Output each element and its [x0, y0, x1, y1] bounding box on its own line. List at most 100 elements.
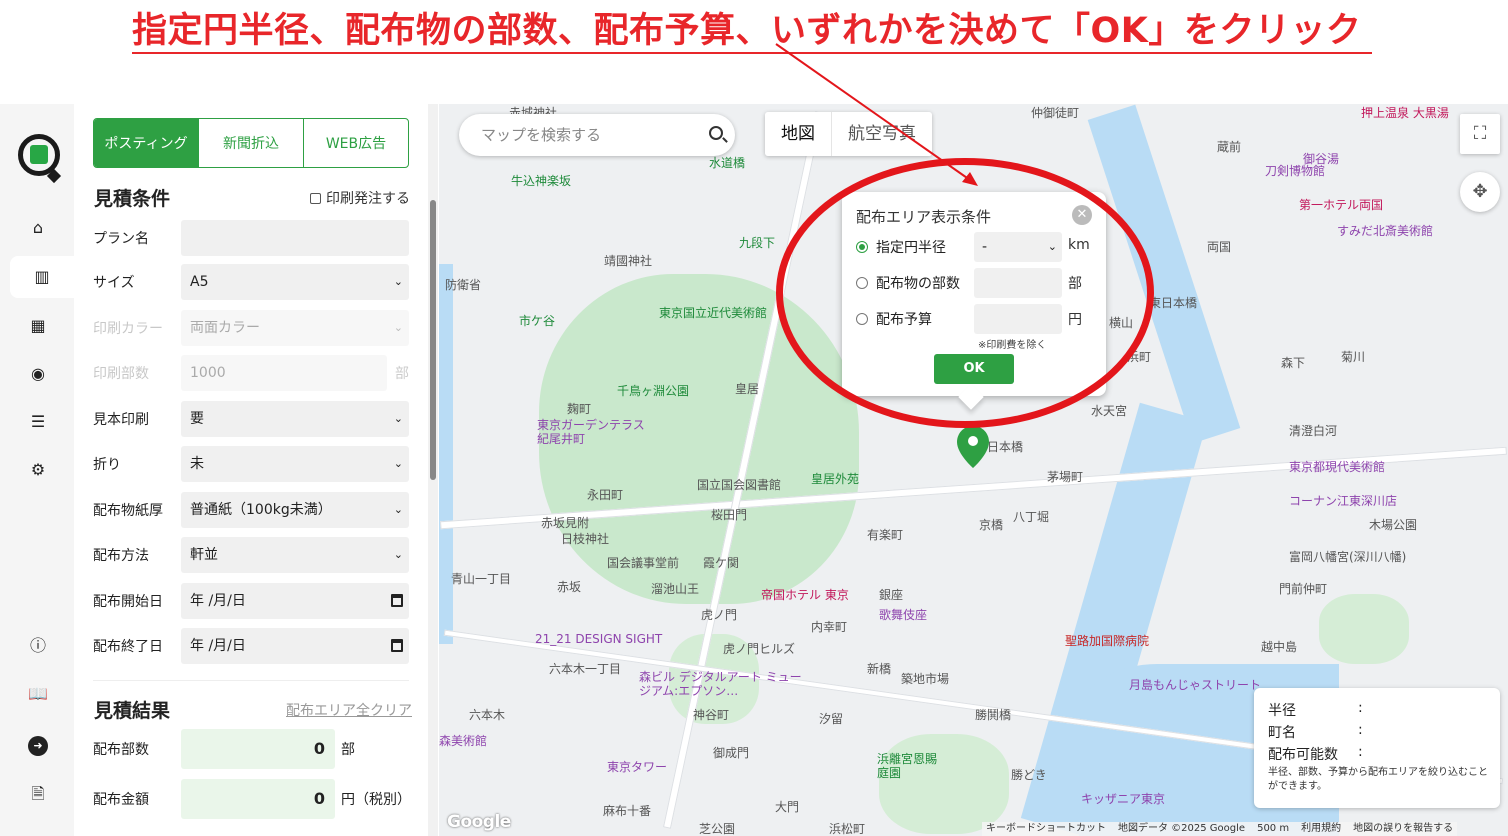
print-order-checkbox[interactable]: 印刷発注する — [310, 188, 410, 208]
scale-text[interactable]: 500 m — [1257, 822, 1289, 836]
paper-thickness-row: 配布物紙厚 普通紙（100kg未満） ⌄ — [93, 492, 413, 528]
calendar-icon[interactable] — [391, 639, 403, 652]
map-label: 八丁堀 — [1013, 510, 1050, 524]
map-label: 千鳥ヶ淵公園 — [617, 384, 690, 398]
list-icon[interactable]: ☰ — [28, 412, 48, 432]
start-date-input[interactable]: 年 /月/日 — [181, 583, 409, 619]
chevron-down-icon: ⌄ — [393, 457, 403, 470]
map-label: 清澄白河 — [1289, 424, 1338, 438]
map-label: 内幸町 — [811, 620, 848, 634]
chevron-down-icon: ⌄ — [393, 548, 403, 561]
info-colon: : — [1358, 744, 1363, 760]
panel-scrollbar[interactable] — [428, 104, 438, 836]
moat — [439, 264, 453, 644]
map-label: 青山一丁目 — [451, 572, 512, 586]
folding-row: 折り 未 ⌄ — [93, 446, 413, 482]
map-label: 虎ノ門ヒルズ — [723, 642, 796, 656]
folding-select[interactable]: 未 ⌄ — [181, 446, 409, 482]
map-label: コーナン江東深川店 — [1289, 494, 1398, 508]
map-label: 築地市場 — [901, 672, 950, 686]
map-label: 富岡八幡宮(深川八幡) — [1289, 550, 1407, 564]
start-date-label: 配布開始日 — [93, 594, 163, 610]
map-label: 麹町 — [567, 402, 592, 416]
paper-thickness-label: 配布物紙厚 — [93, 503, 163, 519]
size-label: サイズ — [93, 275, 135, 291]
map-label: 永田町 — [587, 488, 624, 502]
print-copies-row: 印刷部数 1000 部 — [93, 355, 413, 391]
map-icon[interactable]: ▥ — [10, 256, 74, 298]
chevron-down-icon: ⌄ — [393, 275, 403, 288]
location-marker-icon[interactable] — [955, 424, 991, 470]
folding-label: 折り — [93, 457, 121, 473]
folding-value: 未 — [190, 456, 204, 472]
map-type-map-button[interactable]: 地図 — [765, 112, 831, 156]
map-label: 大門 — [775, 800, 800, 814]
document-check-icon[interactable]: 🗎 — [28, 784, 48, 804]
map-attribution: キーボードショートカット 地図データ ©2025 Google 500 m 利用… — [982, 822, 1458, 836]
map-label: 芝公園 — [699, 822, 736, 836]
map-label: 国立国会図書館 — [697, 478, 782, 492]
map-search-placeholder: マップを検索する — [481, 126, 602, 144]
paper-thickness-select[interactable]: 普通紙（100kg未満） ⌄ — [181, 492, 409, 528]
map-search-input[interactable]: マップを検索する — [459, 114, 735, 156]
tab-posting[interactable]: ポスティング — [94, 119, 198, 167]
service-tabs: ポスティング 新聞折込 WEB広告 — [93, 118, 409, 168]
home-icon[interactable]: ⌂ — [28, 218, 48, 238]
terms-link[interactable]: 利用規約 — [1301, 822, 1341, 836]
area-info-box: 半径 : 町名 : 配布可能数 : 半径、部数、予算から配布エリアを絞り込むこと… — [1254, 688, 1500, 808]
map-label: 水道橋 — [709, 156, 746, 170]
map-label: 茅場町 — [1047, 470, 1084, 484]
end-date-input[interactable]: 年 /月/日 — [181, 628, 409, 664]
settings-icon[interactable]: ⚙ — [28, 460, 48, 480]
map-label: 聖路加国際病院 — [1065, 634, 1150, 648]
estimate-results-title: 見積結果 — [94, 700, 171, 722]
size-row: サイズ A5 ⌄ — [93, 264, 413, 300]
app-logo-icon[interactable] — [18, 134, 62, 184]
sample-print-row: 見本印刷 要 ⌄ — [93, 401, 413, 437]
book-icon[interactable]: 📖 — [28, 684, 48, 704]
map-label: 歌舞伎座 — [879, 608, 928, 622]
sample-print-select[interactable]: 要 ⌄ — [181, 401, 409, 437]
keyboard-shortcuts-link[interactable]: キーボードショートカット — [986, 822, 1106, 836]
map-type-aerial-button[interactable]: 航空写真 — [831, 112, 932, 156]
map-label: 森ビル デジタルアート ミュージアム:エプソン… — [639, 670, 802, 698]
map-label: 霞ケ関 — [703, 556, 740, 570]
map-label: すみだ北斎美術館 — [1337, 224, 1434, 238]
print-copies-unit: 部 — [395, 366, 409, 382]
distribution-method-select[interactable]: 軒並 ⌄ — [181, 537, 409, 573]
map-label: 牛込神楽坂 — [511, 174, 572, 188]
size-select[interactable]: A5 ⌄ — [181, 264, 409, 300]
print-copies-input: 1000 — [181, 355, 387, 391]
map-label: 赤坂見附 — [541, 516, 590, 530]
paper-thickness-value: 普通紙（100kg未満） — [190, 502, 332, 518]
logout-icon[interactable]: ➜ — [28, 736, 48, 756]
tab-newspaper-insert[interactable]: 新聞折込 — [198, 119, 303, 167]
map-label: 銀座 — [879, 588, 904, 602]
map-label: 木場公園 — [1369, 518, 1418, 532]
chevron-down-icon: ⌄ — [393, 321, 403, 334]
plan-name-input[interactable] — [181, 220, 409, 256]
calendar-icon[interactable]: ▦ — [28, 316, 48, 336]
park-area — [879, 734, 1009, 834]
print-copies-label: 印刷部数 — [93, 366, 149, 382]
checkbox-icon[interactable] — [310, 192, 321, 204]
info-colon: : — [1358, 722, 1363, 738]
pan-control-icon[interactable]: ✥ — [1460, 172, 1500, 212]
fullscreen-icon[interactable]: ⛶ — [1460, 114, 1500, 154]
user-icon[interactable]: ◉ — [28, 364, 48, 384]
report-error-link[interactable]: 地図の誤りを報告する — [1353, 822, 1453, 836]
chevron-down-icon: ⌄ — [393, 412, 403, 425]
map-type-toggle: 地図 航空写真 — [765, 112, 932, 156]
map-label: 勝鬨橋 — [975, 708, 1012, 722]
count-unit: 部 — [341, 742, 355, 758]
search-icon[interactable] — [709, 126, 723, 140]
map-label: 御成門 — [713, 746, 750, 760]
tab-web-ads[interactable]: WEB広告 — [303, 119, 408, 167]
info-icon[interactable]: ⓘ — [28, 636, 48, 656]
clear-area-link[interactable]: 配布エリア全クリア — [286, 700, 412, 720]
map-label: 蔵前 — [1217, 140, 1242, 154]
map-label: 桜田門 — [711, 508, 748, 522]
calendar-icon[interactable] — [391, 594, 403, 607]
scrollbar-thumb[interactable] — [430, 200, 436, 480]
map-label: 仲御徒町 — [1031, 106, 1080, 120]
